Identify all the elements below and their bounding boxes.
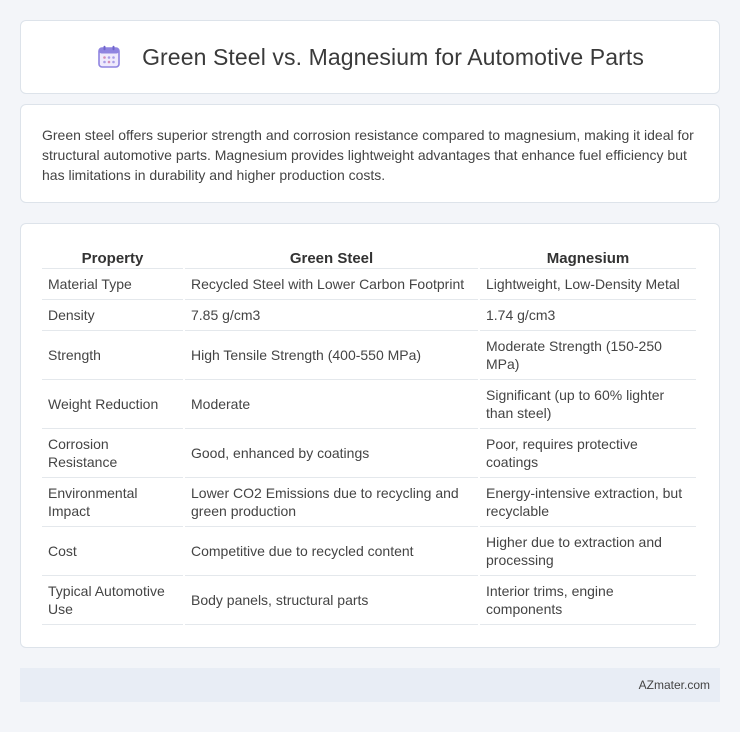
magnesium-cell: Poor, requires protective coatings [480,429,696,478]
green-steel-cell: Lower CO2 Emissions due to recycling and… [185,478,478,527]
column-header-property: Property [42,246,183,269]
green-steel-cell: Competitive due to recycled content [185,527,478,576]
property-cell: Strength [42,331,183,380]
summary-card: Green steel offers superior strength and… [20,104,720,203]
table-row: Weight Reduction Moderate Significant (u… [42,380,696,429]
property-cell: Density [42,300,183,331]
comparison-table-card: Property Green Steel Magnesium Material … [20,223,720,648]
magnesium-cell: Higher due to extraction and processing [480,527,696,576]
green-steel-cell: Recycled Steel with Lower Carbon Footpri… [185,269,478,300]
property-cell: Corrosion Resistance [42,429,183,478]
green-steel-cell: 7.85 g/cm3 [185,300,478,331]
magnesium-cell: Significant (up to 60% lighter than stee… [480,380,696,429]
column-header-magnesium: Magnesium [480,246,696,269]
table-row: Strength High Tensile Strength (400-550 … [42,331,696,380]
table-row: Cost Competitive due to recycled content… [42,527,696,576]
magnesium-cell: Lightweight, Low-Density Metal [480,269,696,300]
property-cell: Typical Automotive Use [42,576,183,625]
summary-text: Green steel offers superior strength and… [42,127,694,183]
table-row: Environmental Impact Lower CO2 Emissions… [42,478,696,527]
footer-brand-link[interactable]: AZmater.com [639,678,710,692]
magnesium-cell: 1.74 g/cm3 [480,300,696,331]
title-card: Green Steel vs. Magnesium for Automotive… [20,20,720,94]
page-title: Green Steel vs. Magnesium for Automotive… [142,43,644,70]
property-cell: Material Type [42,269,183,300]
green-steel-cell: Body panels, structural parts [185,576,478,625]
property-cell: Cost [42,527,183,576]
footer-bar: AZmater.com [20,668,720,702]
green-steel-cell: Good, enhanced by coatings [185,429,478,478]
magnesium-cell: Interior trims, engine components [480,576,696,625]
table-header-row: Property Green Steel Magnesium [42,246,696,269]
green-steel-cell: Moderate [185,380,478,429]
column-header-green-steel: Green Steel [185,246,478,269]
green-steel-cell: High Tensile Strength (400-550 MPa) [185,331,478,380]
property-cell: Environmental Impact [42,478,183,527]
magnesium-cell: Moderate Strength (150-250 MPa) [480,331,696,380]
calendar-icon [98,45,120,68]
comparison-table: Property Green Steel Magnesium Material … [40,246,698,625]
magnesium-cell: Energy-intensive extraction, but recycla… [480,478,696,527]
table-row: Material Type Recycled Steel with Lower … [42,269,696,300]
property-cell: Weight Reduction [42,380,183,429]
table-row: Density 7.85 g/cm3 1.74 g/cm3 [42,300,696,331]
table-row: Typical Automotive Use Body panels, stru… [42,576,696,625]
table-row: Corrosion Resistance Good, enhanced by c… [42,429,696,478]
